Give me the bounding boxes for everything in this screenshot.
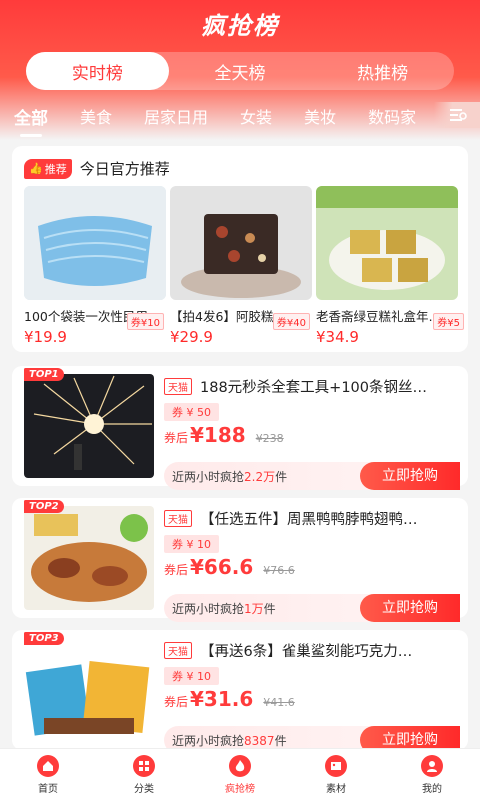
original-price: ¥76.6 bbox=[263, 564, 295, 577]
product-image bbox=[170, 186, 312, 300]
tab-ranking[interactable]: 疯抢榜 bbox=[192, 749, 288, 800]
product-price: ¥34.9 bbox=[316, 328, 359, 346]
segment-hot[interactable]: 热推榜 bbox=[311, 52, 454, 90]
tab-home[interactable]: 首页 bbox=[0, 749, 96, 800]
app-title: 疯抢榜 bbox=[201, 12, 279, 40]
category-tabs: 全部 美食 居家日用 女装 美妆 数码家 bbox=[0, 100, 480, 137]
material-icon bbox=[325, 754, 347, 777]
rank-badge: TOP1 bbox=[24, 368, 64, 381]
segment-realtime[interactable]: 实时榜 bbox=[26, 52, 169, 90]
recommend-header: 👍 推荐 今日官方推荐 bbox=[24, 158, 170, 179]
price-row: 券后 ¥31.6 ¥41.6 bbox=[164, 687, 295, 711]
product-title: 天猫 【再送6条】雀巢鲨刻能巧克力… bbox=[164, 640, 460, 661]
rank-item[interactable]: TOP3 天猫 【再送6条】雀巢鲨刻能巧克力… 券 ¥ 10 券后 ¥31.6 … bbox=[12, 630, 468, 754]
buy-now-button[interactable]: 立即抢购 bbox=[360, 594, 460, 622]
coupon-badge: 券¥5 bbox=[433, 313, 464, 330]
product-image bbox=[24, 638, 154, 742]
final-price: ¥31.6 bbox=[190, 687, 254, 711]
rank-item[interactable]: TOP2 天猫 【任选五件】周黑鸭鸭脖鸭翅鸭… 券 ¥ 10 券后 ¥66.6 … bbox=[12, 498, 468, 622]
original-price: ¥238 bbox=[255, 432, 284, 445]
sales-bar: 近两小时疯抢1万件 立即抢购 bbox=[164, 594, 460, 622]
coupon-tag: 券 ¥ 10 bbox=[164, 535, 219, 553]
coupon-badge: 券¥10 bbox=[126, 313, 164, 330]
tab-category[interactable]: 分类 bbox=[96, 749, 192, 800]
tmall-badge: 天猫 bbox=[164, 510, 192, 527]
official-recommend-card: 👍 推荐 今日官方推荐 100个袋装一次性民用口罩 ¥19.9 券¥10 【拍4… bbox=[12, 146, 468, 352]
tab-profile[interactable]: 我的 bbox=[384, 749, 480, 800]
category-beauty[interactable]: 美妆 bbox=[304, 104, 336, 128]
product-image bbox=[24, 186, 166, 300]
home-icon bbox=[37, 754, 59, 777]
price-row: 券后 ¥188 ¥238 bbox=[164, 423, 284, 447]
thumb-up-icon: 👍 bbox=[29, 162, 43, 175]
rank-badge: TOP3 bbox=[24, 632, 64, 645]
coupon-tag: 券 ¥ 10 bbox=[164, 667, 219, 685]
category-digital[interactable]: 数码家 bbox=[368, 104, 416, 128]
recommend-title: 今日官方推荐 bbox=[79, 160, 170, 178]
category-all[interactable]: 全部 bbox=[14, 104, 48, 137]
recommend-item[interactable]: 100个袋装一次性民用口罩 ¥19.9 券¥10 bbox=[24, 186, 166, 346]
tmall-badge: 天猫 bbox=[164, 378, 192, 395]
category-menu-icon[interactable] bbox=[434, 102, 480, 128]
category-home[interactable]: 居家日用 bbox=[144, 104, 208, 128]
sales-text: 近两小时疯抢2.2万件 bbox=[172, 470, 288, 484]
recommend-item[interactable]: 老香斋绿豆糕礼盒年… ¥34.9 券¥5 bbox=[316, 186, 466, 346]
final-price: ¥66.6 bbox=[190, 555, 254, 579]
product-price: ¥29.9 bbox=[170, 328, 213, 346]
sales-bar: 近两小时疯抢2.2万件 立即抢购 bbox=[164, 462, 460, 490]
rank-badge: TOP2 bbox=[24, 500, 64, 513]
ranking-segment-control: 实时榜 全天榜 热推榜 bbox=[26, 52, 454, 90]
tab-material[interactable]: 素材 bbox=[288, 749, 384, 800]
final-price: ¥188 bbox=[190, 423, 246, 447]
tmall-badge: 天猫 bbox=[164, 642, 192, 659]
price-row: 券后 ¥66.6 ¥76.6 bbox=[164, 555, 295, 579]
product-title: 天猫 【任选五件】周黑鸭鸭脖鸭翅鸭… bbox=[164, 508, 460, 529]
product-image bbox=[24, 374, 154, 478]
product-image bbox=[24, 506, 154, 610]
fire-icon bbox=[229, 754, 251, 777]
product-image bbox=[316, 186, 458, 300]
product-title: 天猫 188元秒杀全套工具+100条钢丝… bbox=[164, 376, 460, 397]
sales-text: 近两小时疯抢1万件 bbox=[172, 602, 276, 616]
bottom-tab-bar: 首页 分类 疯抢榜 素材 我的 bbox=[0, 748, 480, 800]
rank-item[interactable]: TOP1 天猫 188元秒杀全套工具+100条钢丝… 券 ¥ 50 券后 ¥18… bbox=[12, 366, 468, 490]
original-price: ¥41.6 bbox=[263, 696, 295, 709]
recommend-item[interactable]: 【拍4发6】阿胶糕… ¥29.9 券¥40 bbox=[170, 186, 312, 346]
category-icon bbox=[133, 754, 155, 777]
profile-icon bbox=[421, 754, 443, 777]
coupon-tag: 券 ¥ 50 bbox=[164, 403, 219, 421]
coupon-badge: 券¥40 bbox=[272, 313, 310, 330]
sales-text: 近两小时疯抢8387件 bbox=[172, 734, 287, 748]
recommend-badge: 👍 推荐 bbox=[24, 158, 72, 179]
product-price: ¥19.9 bbox=[24, 328, 67, 346]
category-food[interactable]: 美食 bbox=[80, 104, 112, 128]
buy-now-button[interactable]: 立即抢购 bbox=[360, 462, 460, 490]
segment-allday[interactable]: 全天榜 bbox=[169, 52, 312, 90]
category-women[interactable]: 女装 bbox=[240, 104, 272, 128]
